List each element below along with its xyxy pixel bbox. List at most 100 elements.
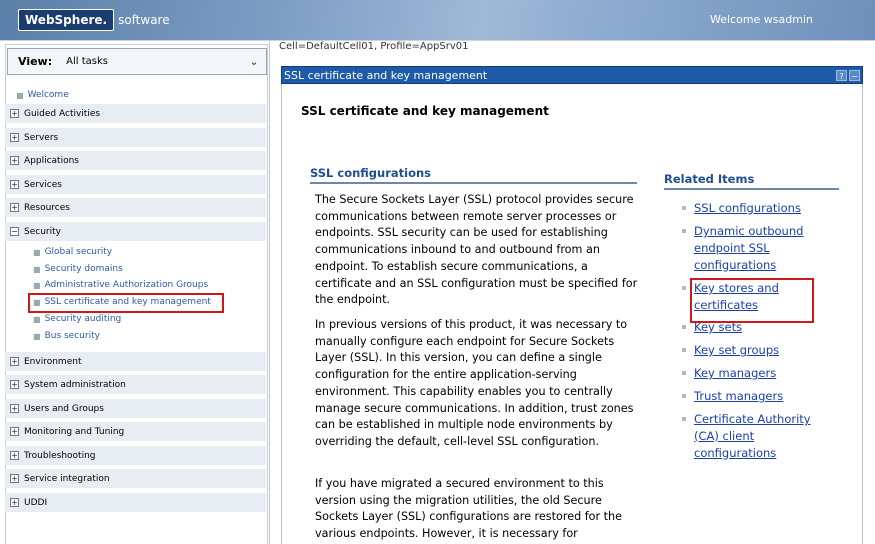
view-select-value[interactable]: All tasks [66, 56, 242, 67]
expand-icon[interactable]: + [10, 180, 19, 189]
nav-section-uddi[interactable]: + UDDI [5, 493, 266, 512]
expand-icon[interactable]: + [10, 357, 19, 366]
description-paragraph: In previous versions of this product, it… [315, 318, 634, 448]
related-link-dynamic-outbound[interactable]: Dynamic outbound endpoint SSL configurat… [682, 223, 834, 273]
nav-link-label: Security auditing [44, 314, 122, 324]
panel-body: SSL certificate and key management SSL c… [281, 84, 863, 544]
expand-icon[interactable]: + [10, 474, 19, 483]
nav-link-admin-authorization-groups[interactable]: ■ Administrative Authorization Groups [33, 280, 208, 290]
logo-brand: WebSphere. [18, 9, 115, 31]
bullet-icon [682, 325, 686, 329]
expand-icon[interactable]: + [10, 427, 19, 436]
expand-icon[interactable]: + [10, 404, 19, 413]
nav-link-label: Bus security [44, 331, 100, 341]
websphere-logo: WebSphere. software [18, 9, 170, 31]
bullet-icon [682, 371, 686, 375]
selection-highlight [28, 293, 224, 313]
related-link-ssl-configurations[interactable]: SSL configurations [682, 200, 834, 217]
nav-section-servers[interactable]: + Servers [5, 128, 266, 147]
related-link-label[interactable]: Key set groups [694, 342, 779, 359]
bullet-icon [682, 206, 686, 210]
nav-link-security-domains[interactable]: ■ Security domains [33, 264, 123, 274]
minimize-icon[interactable]: − [849, 69, 860, 81]
related-link-key-managers[interactable]: Key managers [682, 365, 834, 382]
nav-section-label: System administration [24, 379, 126, 390]
nav-section-services[interactable]: + Services [5, 175, 266, 194]
logo-suffix: software [118, 13, 170, 27]
nav-section-label: Services [24, 179, 62, 190]
description-paragraph: The Secure Sockets Layer (SSL) protocol … [315, 193, 638, 307]
expand-icon[interactable]: + [10, 498, 19, 507]
bullet-icon: ■ [33, 264, 41, 274]
chevron-down-icon[interactable]: ⌄ [242, 55, 266, 68]
nav-section-label: Resources [24, 202, 70, 213]
nav-section-monitoring-and-tuning[interactable]: + Monitoring and Tuning [5, 422, 266, 441]
nav-section-users-and-groups[interactable]: + Users and Groups [5, 399, 266, 418]
related-selection-highlight [690, 278, 814, 323]
nav-section-label: Users and Groups [24, 403, 104, 414]
page-title: SSL certificate and key management [301, 104, 549, 118]
bullet-icon: ■ [16, 90, 24, 100]
view-selector[interactable]: View: All tasks ⌄ [7, 48, 267, 75]
nav-section-label: Service integration [24, 473, 110, 484]
bullet-icon: ■ [33, 314, 41, 324]
related-link-ca-client-configurations[interactable]: Certificate Authority (CA) client config… [682, 411, 834, 461]
related-items-title: Related Items [664, 172, 839, 190]
navigation-panel: View: All tasks ⌄ ■ Welcome + Guided Acti… [0, 41, 270, 544]
bullet-icon: ■ [33, 331, 41, 341]
content-area: Cell=DefaultCell01, Profile=AppSrv01 SSL… [271, 41, 875, 544]
nav-section-troubleshooting[interactable]: + Troubleshooting [5, 446, 266, 465]
related-link-key-set-groups[interactable]: Key set groups [682, 342, 834, 359]
nav-link-global-security[interactable]: ■ Global security [33, 247, 112, 257]
nav-section-label: Environment [24, 356, 82, 367]
related-link-label[interactable]: Dynamic outbound endpoint SSL configurat… [694, 223, 834, 273]
nav-section-environment[interactable]: + Environment [5, 352, 266, 371]
bullet-icon [682, 394, 686, 398]
welcome-user: Welcome wsadmin [709, 13, 813, 26]
expand-icon[interactable]: + [10, 451, 19, 460]
nav-section-applications[interactable]: + Applications [5, 151, 266, 170]
expand-icon[interactable]: + [10, 203, 19, 212]
nav-section-label: UDDI [24, 497, 48, 508]
nav-welcome-label: Welcome [27, 90, 69, 100]
help-icon[interactable]: ? [836, 69, 847, 81]
description-paragraph: If you have migrated a secured environme… [315, 477, 623, 541]
nav-link-label: Security domains [44, 264, 123, 274]
nav-section-resources[interactable]: + Resources [5, 198, 266, 217]
related-link-label[interactable]: Key sets [694, 319, 742, 336]
top-banner: WebSphere. software Welcome wsadmin [0, 0, 875, 40]
bullet-icon: ■ [33, 280, 41, 290]
view-label: View: [18, 55, 53, 68]
nav-welcome-link[interactable]: ■ Welcome [16, 90, 69, 100]
expand-icon[interactable]: + [10, 109, 19, 118]
bullet-icon [682, 229, 686, 233]
nav-link-label: Global security [44, 247, 113, 257]
nav-section-label: Servers [24, 132, 59, 143]
nav-section-security[interactable]: − Security [5, 222, 266, 241]
expand-icon[interactable]: + [10, 156, 19, 165]
nav-section-label: Security [24, 226, 61, 237]
nav-section-system-administration[interactable]: + System administration [5, 375, 266, 394]
nav-section-guided-activities[interactable]: + Guided Activities [5, 104, 266, 123]
related-link-label[interactable]: SSL configurations [694, 200, 801, 217]
nav-link-security-auditing[interactable]: ■ Security auditing [33, 314, 121, 324]
nav-section-label: Applications [24, 155, 79, 166]
related-link-label[interactable]: Trust managers [694, 388, 783, 405]
breadcrumb: Cell=DefaultCell01, Profile=AppSrv01 [279, 41, 469, 52]
section-title-ssl-configurations: SSL configurations [310, 166, 637, 184]
nav-link-bus-security[interactable]: ■ Bus security [33, 331, 100, 341]
nav-section-label: Monitoring and Tuning [24, 426, 125, 437]
bullet-icon: ■ [33, 247, 41, 257]
panel-header: SSL certificate and key management ? − [281, 66, 863, 84]
expand-icon[interactable]: + [10, 380, 19, 389]
related-link-key-sets[interactable]: Key sets [682, 319, 834, 336]
related-link-trust-managers[interactable]: Trust managers [682, 388, 834, 405]
expand-icon[interactable]: + [10, 133, 19, 142]
collapse-icon[interactable]: − [10, 227, 19, 236]
nav-section-service-integration[interactable]: + Service integration [5, 469, 266, 488]
panel-title: SSL certificate and key management [284, 68, 488, 82]
nav-section-label: Guided Activities [24, 108, 101, 119]
related-link-label[interactable]: Key managers [694, 365, 776, 382]
related-link-label[interactable]: Certificate Authority (CA) client config… [694, 411, 834, 461]
nav-section-label: Troubleshooting [24, 450, 96, 461]
